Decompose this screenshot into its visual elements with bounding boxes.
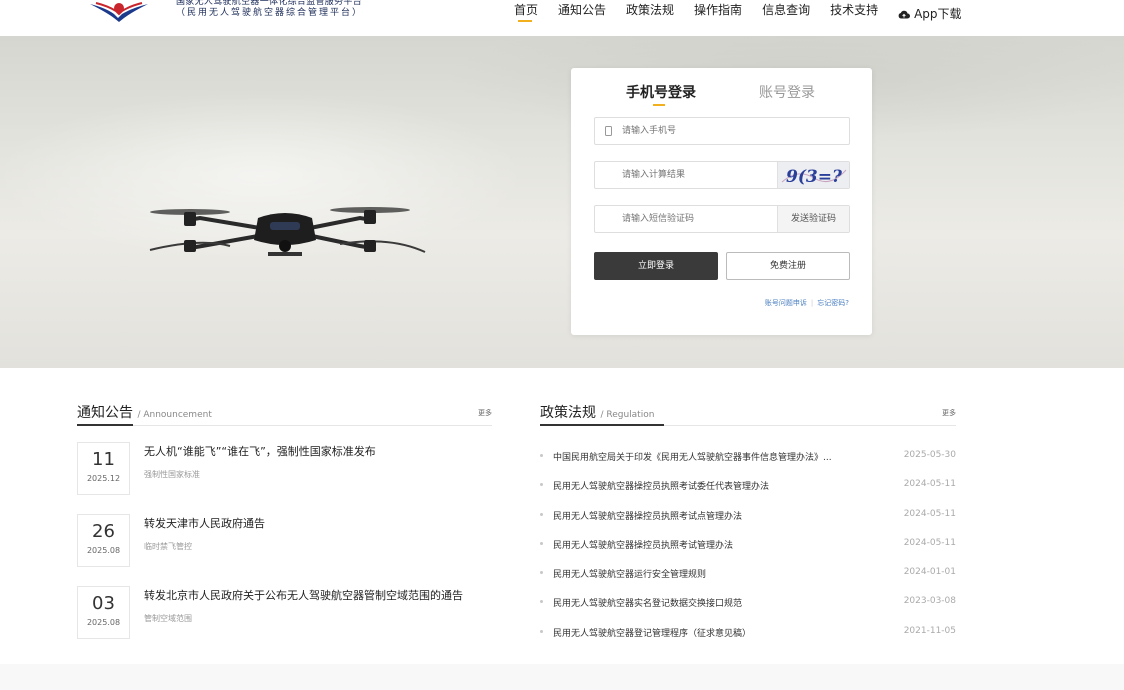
- notice-tag: 强制性国家标准: [144, 470, 200, 479]
- notices-title-cn: 通知公告: [77, 405, 133, 421]
- notice-date: 11 2025.12: [77, 442, 130, 495]
- regulation-item[interactable]: 中国民用航空局关于印发《民用无人驾驶航空器事件信息管理办法》... 2025-0…: [540, 448, 956, 477]
- regulation-date: 2021-11-05: [903, 625, 956, 636]
- regulation-title[interactable]: 民用无人驾驶航空器运行安全管理规则: [553, 567, 883, 580]
- notice-item[interactable]: 11 2025.12 无人机“谁能飞”“谁在飞”，强制性国家标准发布 强制性国家…: [77, 442, 497, 498]
- login-tabs: 手机号登录 账号登录: [571, 82, 872, 112]
- caac-logo-icon[interactable]: [88, 0, 150, 22]
- regulations-more-link[interactable]: 更多: [942, 408, 956, 418]
- account-appeal-link[interactable]: 账号问题申诉: [765, 299, 807, 307]
- app-download-label: App下载: [914, 7, 962, 21]
- nav-app-download[interactable]: App下载: [898, 3, 962, 25]
- regulation-title[interactable]: 民用无人驾驶航空器操控员执照考试委任代表管理办法: [553, 479, 883, 492]
- notice-date: 03 2025.08: [77, 586, 130, 639]
- login-button[interactable]: 立即登录: [594, 252, 718, 280]
- regulations-header: 政策法规 / Regulation 更多: [540, 402, 956, 426]
- regulations-title: 政策法规 / Regulation: [540, 402, 654, 422]
- captcha-input[interactable]: [622, 162, 772, 188]
- regulation-date: 2024-01-01: [903, 567, 956, 578]
- notice-date: 26 2025.08: [77, 514, 130, 567]
- bullet-dot-icon: [540, 571, 543, 575]
- regulations-title-en: / Regulation: [600, 410, 655, 420]
- main-nav: 首页 通知公告 政策法规 操作指南 信息查询 技术支持 App下载: [514, 3, 982, 25]
- notice-year-month: 2025.08: [86, 546, 121, 555]
- notice-item[interactable]: 26 2025.08 转发天津市人民政府通告 临时禁飞管控: [77, 514, 497, 570]
- regulations-list: 中国民用航空局关于印发《民用无人驾驶航空器事件信息管理办法》... 2025-0…: [540, 448, 956, 653]
- notice-day: 03: [92, 593, 115, 614]
- nav-guide[interactable]: 操作指南: [694, 3, 742, 25]
- tab-account-login[interactable]: 账号登录: [759, 82, 815, 102]
- regulation-date: 2024-05-11: [903, 479, 956, 490]
- brand-name: 国家无人驾驶航空器一体化综合监管服务平台 （民用无人驾驶航空器综合管理平台）: [176, 0, 363, 19]
- nav-policies[interactable]: 政策法规: [626, 3, 674, 25]
- notices-header: 通知公告 / Announcement 更多: [77, 402, 492, 426]
- tab-phone-login[interactable]: 手机号登录: [626, 82, 696, 102]
- hero-banner: [0, 36, 1124, 368]
- regulation-item[interactable]: 民用无人驾驶航空器登记管理程序（征求意见稿） 2021-11-05: [540, 624, 956, 653]
- captcha-field[interactable]: 9(3=?: [594, 161, 850, 189]
- regulations-title-cn: 政策法规: [540, 405, 596, 421]
- bullet-dot-icon: [540, 541, 543, 545]
- bullet-dot-icon: [540, 600, 543, 604]
- brand-line-2: （民用无人驾驶航空器综合管理平台）: [176, 8, 364, 18]
- notice-year-month: 2025.08: [86, 618, 121, 627]
- notice-year-month: 2025.12: [86, 474, 121, 483]
- link-divider: |: [810, 299, 814, 307]
- bullet-dot-icon: [540, 483, 543, 487]
- sms-code-input[interactable]: [622, 206, 772, 232]
- nav-support[interactable]: 技术支持: [830, 3, 878, 25]
- sms-field[interactable]: 发送验证码: [594, 205, 850, 233]
- notice-title[interactable]: 无人机“谁能飞”“谁在飞”，强制性国家标准发布: [144, 443, 376, 459]
- mobile-phone-icon: [605, 126, 612, 136]
- login-card: 手机号登录 账号登录 9(3=? 发送验证码 立即登录 免费注册 账号问题申诉|…: [571, 68, 872, 335]
- captcha-text: 9(3=?: [786, 167, 843, 187]
- regulation-date: 2025-05-30: [903, 450, 956, 460]
- tab-active-indicator: [653, 104, 665, 106]
- regulation-item[interactable]: 民用无人驾驶航空器实名登记数据交换接口规范 2023-03-08: [540, 594, 956, 623]
- regulation-date: 2024-05-11: [903, 537, 956, 548]
- regulation-title[interactable]: 民用无人驾驶航空器操控员执照考试管理办法: [553, 538, 883, 551]
- nav-query[interactable]: 信息查询: [762, 3, 810, 25]
- regulation-item[interactable]: 民用无人驾驶航空器操控员执照考试点管理办法 2024-05-11: [540, 507, 956, 536]
- captcha-graphic-icon: 9(3=?: [781, 167, 847, 187]
- notices-title: 通知公告 / Announcement: [77, 402, 212, 422]
- notice-title[interactable]: 转发天津市人民政府通告: [144, 515, 265, 531]
- brand-line-1: 国家无人驾驶航空器一体化综合监管服务平台: [176, 0, 363, 7]
- top-header: 国家无人驾驶航空器一体化综合监管服务平台 （民用无人驾驶航空器综合管理平台） 首…: [0, 0, 1124, 36]
- regulations-title-underline: [540, 424, 664, 426]
- phone-field[interactable]: [594, 117, 850, 145]
- nav-home[interactable]: 首页: [514, 3, 538, 25]
- bullet-dot-icon: [540, 629, 543, 633]
- notices-more-link[interactable]: 更多: [478, 408, 492, 418]
- notice-day: 11: [92, 449, 115, 470]
- bullet-dot-icon: [540, 454, 543, 457]
- regulation-title[interactable]: 民用无人驾驶航空器登记管理程序（征求意见稿）: [553, 626, 883, 639]
- login-links: 账号问题申诉 | 忘记密码?: [711, 298, 849, 308]
- notices-title-en: / Announcement: [137, 410, 212, 420]
- notice-title[interactable]: 转发北京市人民政府关于公布无人驾驶航空器管制空域范围的通告: [144, 587, 463, 603]
- regulation-item[interactable]: 民用无人驾驶航空器操控员执照考试委任代表管理办法 2024-05-11: [540, 477, 956, 506]
- notice-day: 26: [92, 521, 115, 542]
- nav-notices[interactable]: 通知公告: [558, 3, 606, 25]
- phone-input[interactable]: [622, 118, 822, 144]
- bullet-dot-icon: [540, 512, 543, 516]
- notices-title-underline: [77, 424, 133, 426]
- regulation-title[interactable]: 民用无人驾驶航空器实名登记数据交换接口规范: [553, 596, 883, 609]
- send-code-button[interactable]: 发送验证码: [777, 206, 849, 232]
- notice-tag: 管制空域范围: [144, 614, 192, 623]
- notice-item[interactable]: 03 2025.08 转发北京市人民政府关于公布无人驾驶航空器管制空域范围的通告…: [77, 586, 497, 642]
- regulation-date: 2023-03-08: [903, 596, 956, 607]
- cloud-upload-icon: [898, 10, 911, 18]
- regulation-title[interactable]: 中国民用航空局关于印发《民用无人驾驶航空器事件信息管理办法》...: [553, 450, 883, 463]
- drone-illustration-icon: [149, 207, 426, 256]
- footer-strip: [0, 664, 1124, 690]
- regulation-date: 2024-05-11: [903, 508, 956, 519]
- captcha-image[interactable]: 9(3=?: [777, 162, 849, 188]
- regulation-item[interactable]: 民用无人驾驶航空器操控员执照考试管理办法 2024-05-11: [540, 536, 956, 565]
- notice-tag: 临时禁飞管控: [144, 542, 192, 551]
- regulation-title[interactable]: 民用无人驾驶航空器操控员执照考试点管理办法: [553, 509, 883, 522]
- register-button[interactable]: 免费注册: [726, 252, 850, 280]
- regulation-item[interactable]: 民用无人驾驶航空器运行安全管理规则 2024-01-01: [540, 565, 956, 594]
- forgot-password-link[interactable]: 忘记密码?: [817, 299, 849, 307]
